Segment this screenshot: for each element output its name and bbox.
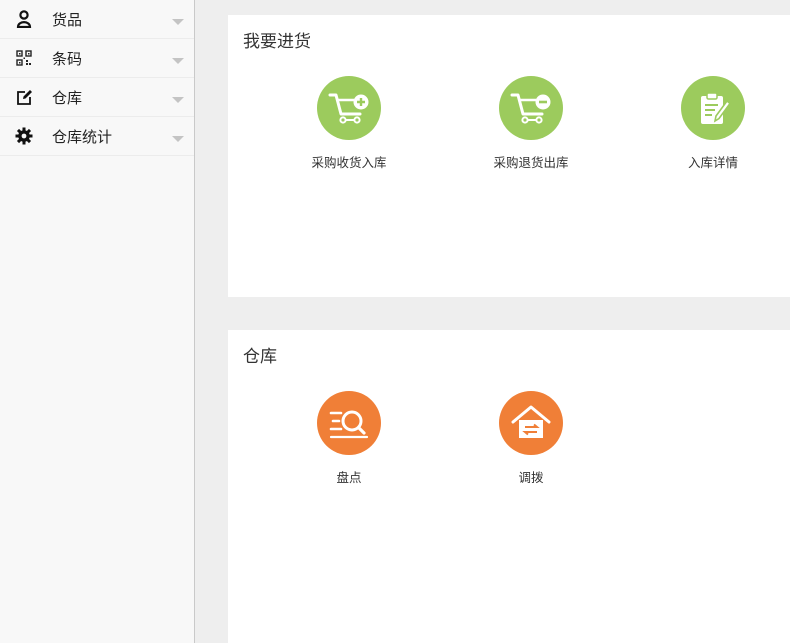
chevron-down-icon <box>172 136 184 142</box>
sidebar-item-label: 货品 <box>52 10 83 29</box>
tile-label: 采购收货入库 <box>311 155 387 170</box>
transfer-house-icon <box>499 391 563 455</box>
transfer-tile[interactable]: 调拨 <box>466 391 596 486</box>
sidebar-item-warehouse-stats[interactable]: 仓库统计 <box>0 117 194 156</box>
gear-icon <box>14 126 34 146</box>
stocktake-tile[interactable]: 盘点 <box>284 391 414 486</box>
panel-title: 仓库 <box>243 347 277 367</box>
purchase-panel: 我要进货 采购收货入库 采购退货出库 入库详情 <box>228 15 790 297</box>
tile-label: 调拨 <box>518 470 544 485</box>
cart-remove-icon <box>499 76 563 140</box>
tile-label: 采购退货出库 <box>493 155 569 170</box>
sidebar-item-warehouse[interactable]: 仓库 <box>0 78 194 117</box>
chevron-down-icon <box>172 19 184 25</box>
tile-label: 入库详情 <box>687 155 738 170</box>
chevron-down-icon <box>172 97 184 103</box>
sidebar-item-label: 条码 <box>52 49 83 68</box>
clipboard-edit-icon <box>681 76 745 140</box>
user-icon <box>14 9 34 29</box>
warehouse-panel: 仓库 盘点 调拨 <box>228 330 790 643</box>
cart-add-icon <box>317 76 381 140</box>
qrcode-icon <box>14 48 34 68</box>
sidebar-item-barcode[interactable]: 条码 <box>0 39 194 78</box>
sidebar: 货品 条码 仓库 仓库统计 <box>0 0 195 643</box>
inbound-detail-tile[interactable]: 入库详情 <box>648 76 778 171</box>
sidebar-item-label: 仓库 <box>52 88 83 107</box>
chevron-down-icon <box>172 58 184 64</box>
tile-label: 盘点 <box>336 470 362 485</box>
purchase-return-tile[interactable]: 采购退货出库 <box>466 76 596 171</box>
stocktake-search-icon <box>317 391 381 455</box>
panel-title: 我要进货 <box>243 32 311 52</box>
edit-icon <box>14 87 34 107</box>
sidebar-item-label: 仓库统计 <box>52 127 113 146</box>
sidebar-item-goods[interactable]: 货品 <box>0 0 194 39</box>
purchase-receive-tile[interactable]: 采购收货入库 <box>284 76 414 171</box>
